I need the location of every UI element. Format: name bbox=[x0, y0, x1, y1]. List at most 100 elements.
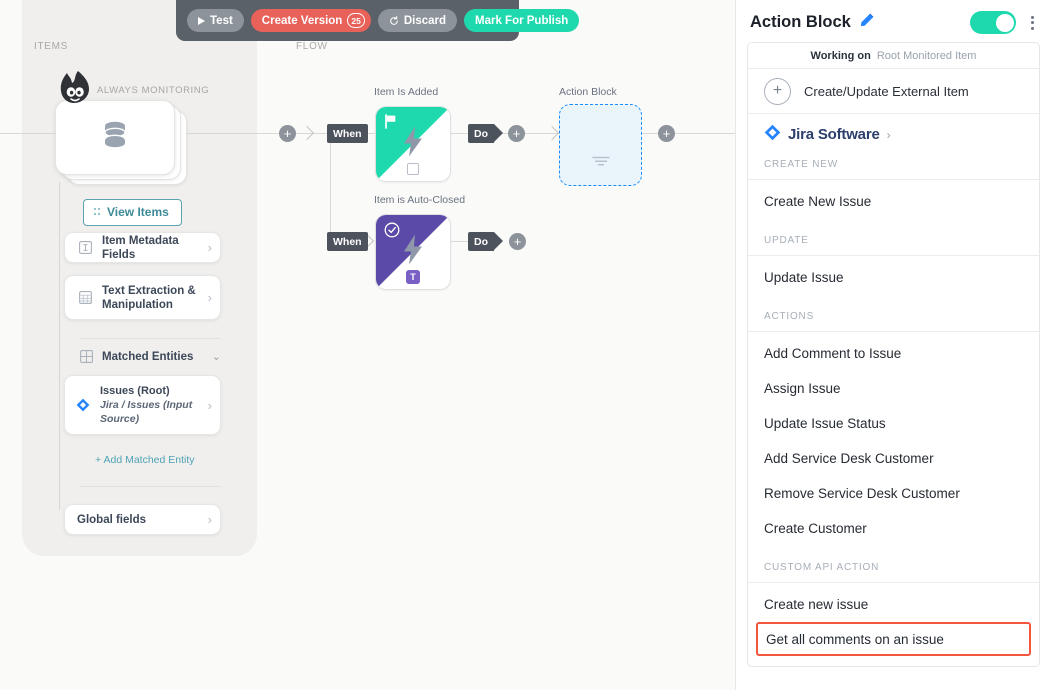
jira-icon bbox=[75, 398, 91, 412]
panel-header-controls bbox=[970, 11, 1036, 34]
flow-node-action-block[interactable] bbox=[559, 104, 642, 186]
flow-node-item-is-auto-closed[interactable]: T bbox=[375, 214, 451, 290]
monster-mascot-icon bbox=[58, 70, 94, 114]
flow-branch-line bbox=[330, 133, 331, 242]
matched-entities-header[interactable]: Matched Entities ⌄ bbox=[80, 350, 221, 363]
add-trigger-button[interactable]: + bbox=[279, 125, 296, 142]
flow-node-item-is-added[interactable] bbox=[375, 106, 451, 182]
when-tag-1: When bbox=[327, 124, 368, 143]
grid-icon bbox=[80, 350, 93, 363]
working-on-row: Working on Root Monitored Item bbox=[748, 43, 1039, 69]
group-spacer bbox=[748, 295, 1039, 307]
item-metadata-fields-card[interactable]: Item Metadata Fields › bbox=[64, 232, 221, 263]
group-label-create-new: CREATE NEW bbox=[748, 155, 1039, 180]
action-block-panel: Action Block Working on Root Monitored I… bbox=[735, 0, 1050, 690]
enable-toggle[interactable] bbox=[970, 11, 1016, 34]
view-items-button[interactable]: View Items bbox=[83, 199, 182, 226]
lightning-bolt-icon bbox=[402, 127, 424, 162]
matched-entity-issues-card[interactable]: Issues (Root) Jira / Issues (Input Sourc… bbox=[64, 375, 221, 435]
action-block-node-title: Action Block bbox=[559, 86, 617, 98]
working-on-value: Root Monitored Item bbox=[877, 50, 977, 62]
add-action-button-1[interactable]: + bbox=[508, 125, 525, 142]
flow-arrow-tick bbox=[300, 126, 314, 140]
chevron-right-icon: › bbox=[208, 398, 212, 413]
item-metadata-fields-label: Item Metadata Fields bbox=[102, 234, 204, 262]
play-icon bbox=[198, 17, 205, 25]
tree-divider bbox=[79, 338, 221, 339]
action-item-create-new-issue-custom[interactable]: Create new issue bbox=[748, 587, 1039, 622]
group-label-custom-api-action: CUSTOM API ACTION bbox=[748, 558, 1039, 583]
action-item-add-comment-to-issue[interactable]: Add Comment to Issue bbox=[748, 336, 1039, 371]
action-item-remove-service-desk-customer[interactable]: Remove Service Desk Customer bbox=[748, 476, 1039, 511]
test-button[interactable]: Test bbox=[187, 9, 244, 32]
mark-for-publish-button[interactable]: Mark For Publish bbox=[464, 9, 579, 32]
matched-entity-text: Issues (Root) Jira / Issues (Input Sourc… bbox=[100, 384, 204, 426]
plus-circle-icon: + bbox=[764, 78, 791, 105]
add-next-block-button[interactable]: + bbox=[658, 125, 675, 142]
grid-dots-icon bbox=[94, 207, 102, 217]
chevron-right-icon[interactable]: › bbox=[887, 128, 891, 142]
discard-label: Discard bbox=[404, 15, 446, 27]
view-items-label: View Items bbox=[107, 205, 169, 219]
text-field-icon bbox=[77, 241, 93, 254]
publish-label: Mark For Publish bbox=[475, 15, 568, 27]
do-tag-1: Do bbox=[468, 124, 494, 143]
node-2-title: Item is Auto-Closed bbox=[374, 194, 465, 206]
panel-header: Action Block bbox=[736, 0, 1050, 36]
action-item-add-service-desk-customer[interactable]: Add Service Desk Customer bbox=[748, 441, 1039, 476]
action-item-get-all-comments-on-an-issue[interactable]: Get all comments on an issue bbox=[756, 622, 1031, 656]
create-version-button[interactable]: Create Version 25 bbox=[251, 9, 371, 32]
global-fields-label: Global fields bbox=[77, 513, 204, 527]
flow-arrow-tick bbox=[545, 126, 559, 140]
filter-icon bbox=[592, 155, 610, 173]
matched-entity-subtitle: Jira / Issues (Input Source) bbox=[100, 399, 192, 425]
node-checkbox-badge bbox=[407, 163, 419, 175]
group-spacer bbox=[748, 219, 1039, 231]
group-label-update: UPDATE bbox=[748, 231, 1039, 256]
chevron-right-icon: › bbox=[208, 512, 212, 527]
action-item-update-issue-status[interactable]: Update Issue Status bbox=[748, 406, 1039, 441]
flow-connector bbox=[642, 133, 659, 134]
add-action-button-2[interactable]: + bbox=[509, 233, 526, 250]
create-update-external-item-row[interactable]: + Create/Update External Item bbox=[748, 69, 1039, 114]
discard-button[interactable]: Discard bbox=[378, 9, 457, 32]
items-section-label: ITEMS bbox=[34, 41, 68, 52]
kebab-menu-icon[interactable] bbox=[1029, 14, 1036, 32]
flow-canvas[interactable]: ITEMS FLOW ALWAYS MONITORING bbox=[0, 0, 735, 690]
working-on-label: Working on bbox=[811, 50, 871, 62]
flow-section-label: FLOW bbox=[296, 41, 328, 52]
items-tree-line bbox=[59, 182, 60, 510]
when-tag-2: When bbox=[327, 232, 368, 251]
matched-entities-label: Matched Entities bbox=[102, 351, 212, 363]
matched-entity-title: Issues (Root) bbox=[100, 385, 170, 397]
create-version-label: Create Version bbox=[262, 15, 343, 27]
action-item-create-customer[interactable]: Create Customer bbox=[748, 511, 1039, 546]
lightning-bolt-icon bbox=[402, 235, 424, 270]
chevron-right-icon: › bbox=[208, 240, 212, 255]
do-tag-2: Do bbox=[468, 232, 494, 251]
action-item-assign-issue[interactable]: Assign Issue bbox=[748, 371, 1039, 406]
integration-row-jira[interactable]: Jira Software › bbox=[748, 114, 1039, 155]
add-matched-entity-link[interactable]: + Add Matched Entity bbox=[95, 454, 195, 466]
tree-divider bbox=[79, 486, 221, 487]
create-external-label: Create/Update External Item bbox=[804, 84, 969, 99]
table-icon bbox=[77, 291, 93, 304]
global-fields-card[interactable]: Global fields › bbox=[64, 504, 221, 535]
group-spacer bbox=[748, 546, 1039, 558]
create-version-badge: 25 bbox=[347, 13, 364, 28]
action-picker-card: Working on Root Monitored Item + Create/… bbox=[747, 42, 1040, 667]
group-label-actions: ACTIONS bbox=[748, 307, 1039, 332]
panel-title: Action Block bbox=[750, 13, 851, 32]
chevron-down-icon[interactable]: ⌄ bbox=[212, 350, 221, 363]
pencil-icon[interactable] bbox=[860, 13, 874, 32]
node-1-title: Item Is Added bbox=[374, 86, 438, 98]
text-extraction-label: Text Extraction & Manipulation bbox=[102, 284, 204, 312]
test-label: Test bbox=[210, 15, 233, 27]
action-item-create-new-issue[interactable]: Create New Issue bbox=[748, 184, 1039, 219]
text-extraction-card[interactable]: Text Extraction & Manipulation › bbox=[64, 275, 221, 320]
always-monitoring-label: ALWAYS MONITORING bbox=[97, 85, 209, 96]
jira-icon bbox=[764, 124, 781, 146]
flag-icon bbox=[384, 114, 398, 134]
action-item-update-issue[interactable]: Update Issue bbox=[748, 260, 1039, 295]
chevron-right-icon: › bbox=[208, 290, 212, 305]
